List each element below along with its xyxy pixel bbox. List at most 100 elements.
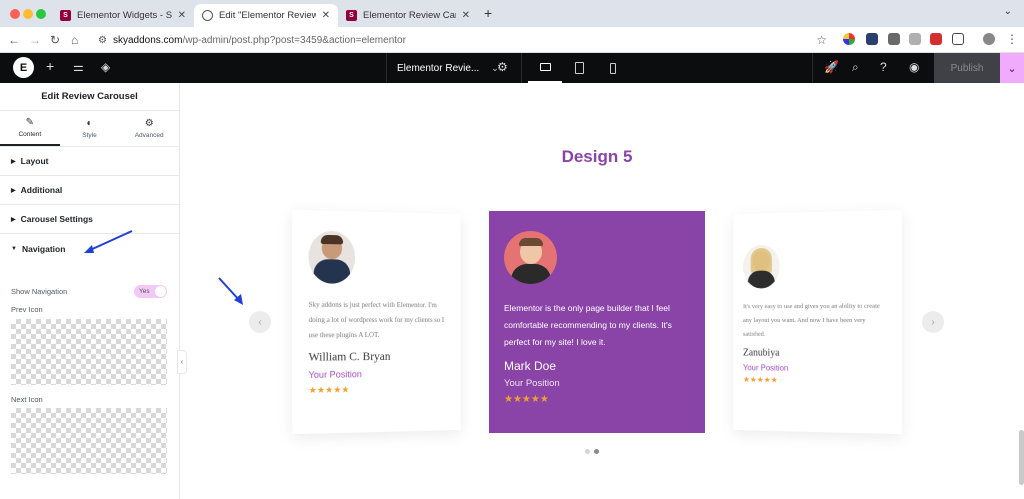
rating-stars: ★★★★★ [309, 383, 448, 396]
elementor-top-bar: E + ⚌ ◈ Elementor Revie... ⌄ ⚙ 🚀 ⌕ ? ◉ P… [0, 53, 1024, 83]
add-element-icon[interactable]: + [46, 58, 54, 74]
reviewer-name: Mark Doe [504, 359, 691, 373]
sky-icon: S [346, 10, 357, 21]
publish-options-chevron-icon[interactable]: ⌄ [1000, 53, 1024, 83]
new-tab-icon[interactable]: + [484, 5, 492, 21]
extension-shield-icon[interactable] [866, 33, 878, 45]
collapse-panel-chevron-icon[interactable]: ‹ [177, 350, 187, 374]
profile-avatar[interactable] [983, 33, 995, 45]
back-icon[interactable]: ← [8, 33, 20, 47]
browser-tab-2-active[interactable]: Edit "Elementor Review Carousel" ✕ [194, 4, 338, 27]
tab-label: Content [18, 131, 41, 138]
annotation-arrow-icon [80, 228, 135, 256]
next-icon-label: Next Icon [11, 395, 43, 404]
carousel-dot-active[interactable] [594, 449, 599, 454]
site-settings-sliders-icon[interactable]: ⚌ [73, 60, 84, 74]
home-icon[interactable]: ⌂ [71, 33, 78, 47]
notifications-rocket-icon[interactable]: 🚀 [824, 60, 839, 74]
section-label: Layout [21, 156, 49, 166]
tab-title: Elementor Widgets - Sky Addons [77, 10, 172, 21]
tab-advanced[interactable]: ⚙ Advanced [119, 111, 179, 146]
browser-tab-bar: S Elementor Widgets - Sky Addons ✕ Edit … [0, 0, 1024, 27]
close-tab-icon[interactable]: ✕ [178, 10, 186, 21]
canvas-scrollbar[interactable] [1019, 430, 1024, 485]
address-bar[interactable]: ⚙ skyaddons.com/wp-admin/post.php?post=3… [90, 30, 835, 50]
reviewer-position: Your Position [504, 378, 691, 389]
carousel-prev-arrow[interactable]: ‹ [249, 311, 271, 333]
extension-red-icon[interactable] [930, 33, 942, 45]
minimize-window-button[interactable] [23, 9, 33, 19]
document-title: Elementor Revie... [397, 63, 479, 74]
preview-eye-icon[interactable]: ◉ [909, 60, 919, 74]
browser-toolbar: ← → ↻ ⌂ ⚙ skyaddons.com/wp-admin/post.ph… [0, 27, 1024, 53]
annotation-arrow-icon [216, 275, 246, 307]
tab-label: Advanced [135, 132, 164, 139]
rating-stars: ★★★★★ [504, 394, 691, 405]
next-icon-picker[interactable] [11, 408, 167, 474]
review-text: It's very easy to use and gives you an a… [743, 300, 887, 343]
gear-icon: ⚙ [145, 118, 154, 129]
caret-right-icon: ▶ [11, 187, 16, 194]
show-navigation-toggle[interactable]: Yes [134, 285, 167, 298]
close-tab-icon[interactable]: ✕ [462, 10, 470, 21]
reviewer-avatar [504, 231, 557, 284]
panel-title: Edit Review Carousel [0, 83, 179, 111]
extension-color-icon[interactable] [843, 33, 855, 45]
reviewer-name: William C. Bryan [309, 351, 448, 364]
section-label: Additional [21, 185, 63, 195]
tab-style[interactable]: ◐ Style [60, 111, 120, 146]
review-card-active: Elementor is the only page builder that … [489, 211, 705, 433]
prev-icon-label: Prev Icon [11, 305, 43, 314]
section-label: Navigation [22, 244, 65, 254]
reviewer-position: Your Position [743, 363, 887, 374]
mobile-view-icon[interactable] [596, 53, 630, 83]
section-label: Carousel Settings [21, 214, 93, 224]
browser-tab-3[interactable]: S Elementor Review Carousel W ✕ [338, 4, 478, 27]
site-settings-icon[interactable]: ⚙ [98, 35, 107, 46]
carousel-dot[interactable] [585, 449, 590, 454]
reload-icon[interactable]: ↻ [50, 33, 60, 47]
contrast-icon: ◐ [86, 118, 92, 129]
review-text: Elementor is the only page builder that … [504, 300, 691, 351]
bookmark-star-icon[interactable]: ☆ [816, 33, 827, 47]
elementor-logo-icon[interactable]: E [13, 57, 34, 78]
reviewer-avatar [743, 245, 780, 289]
rating-stars: ★★★★★ [743, 375, 887, 386]
sky-icon: S [60, 10, 71, 21]
tab-search-chevron-icon[interactable]: ⌄ [1004, 6, 1012, 17]
editor-panel: Edit Review Carousel ✎ Content ◐ Style ⚙… [0, 83, 180, 499]
extension-page-icon[interactable] [909, 33, 921, 45]
close-tab-icon[interactable]: ✕ [322, 10, 330, 21]
section-layout[interactable]: ▶ Layout [0, 147, 179, 176]
maximize-window-button[interactable] [36, 9, 46, 19]
forward-icon[interactable]: → [29, 33, 41, 47]
toggle-knob [155, 286, 166, 297]
tablet-view-icon[interactable] [562, 53, 596, 83]
url-path: /wp-admin/post.php?post=3459&action=elem… [182, 35, 405, 46]
toggle-value: Yes [139, 288, 150, 295]
tab-content[interactable]: ✎ Content [0, 111, 60, 146]
browser-tab-1[interactable]: S Elementor Widgets - Sky Addons ✕ [52, 4, 194, 27]
reviewer-name: Zanubiya [743, 348, 887, 360]
extension-grid-icon[interactable] [888, 33, 900, 45]
prev-icon-picker[interactable] [11, 319, 167, 385]
panel-tabs: ✎ Content ◐ Style ⚙ Advanced [0, 111, 179, 147]
show-navigation-label: Show Navigation [11, 287, 67, 296]
menu-kebab-icon[interactable]: ⋮ [1006, 32, 1018, 46]
search-icon[interactable]: ⌕ [852, 60, 859, 75]
page-settings-gear-icon[interactable]: ⚙ [497, 60, 508, 74]
structure-layers-icon[interactable]: ◈ [101, 60, 110, 74]
tab-label: Style [82, 132, 96, 139]
help-icon[interactable]: ? [880, 60, 887, 74]
desktop-view-icon[interactable] [528, 53, 562, 83]
pencil-icon: ✎ [26, 117, 34, 128]
carousel-next-arrow[interactable]: › [922, 311, 944, 333]
url-domain: skyaddons.com [113, 35, 182, 46]
publish-button[interactable]: Publish [934, 53, 1000, 83]
extensions-puzzle-icon[interactable] [952, 33, 964, 45]
close-window-button[interactable] [10, 9, 20, 19]
tab-title: Elementor Review Carousel W [363, 10, 456, 21]
section-additional[interactable]: ▶ Additional [0, 176, 179, 205]
tab-title: Edit "Elementor Review Carousel" [219, 10, 316, 21]
review-text: Sky addons is just perfect with Elemento… [309, 298, 448, 344]
